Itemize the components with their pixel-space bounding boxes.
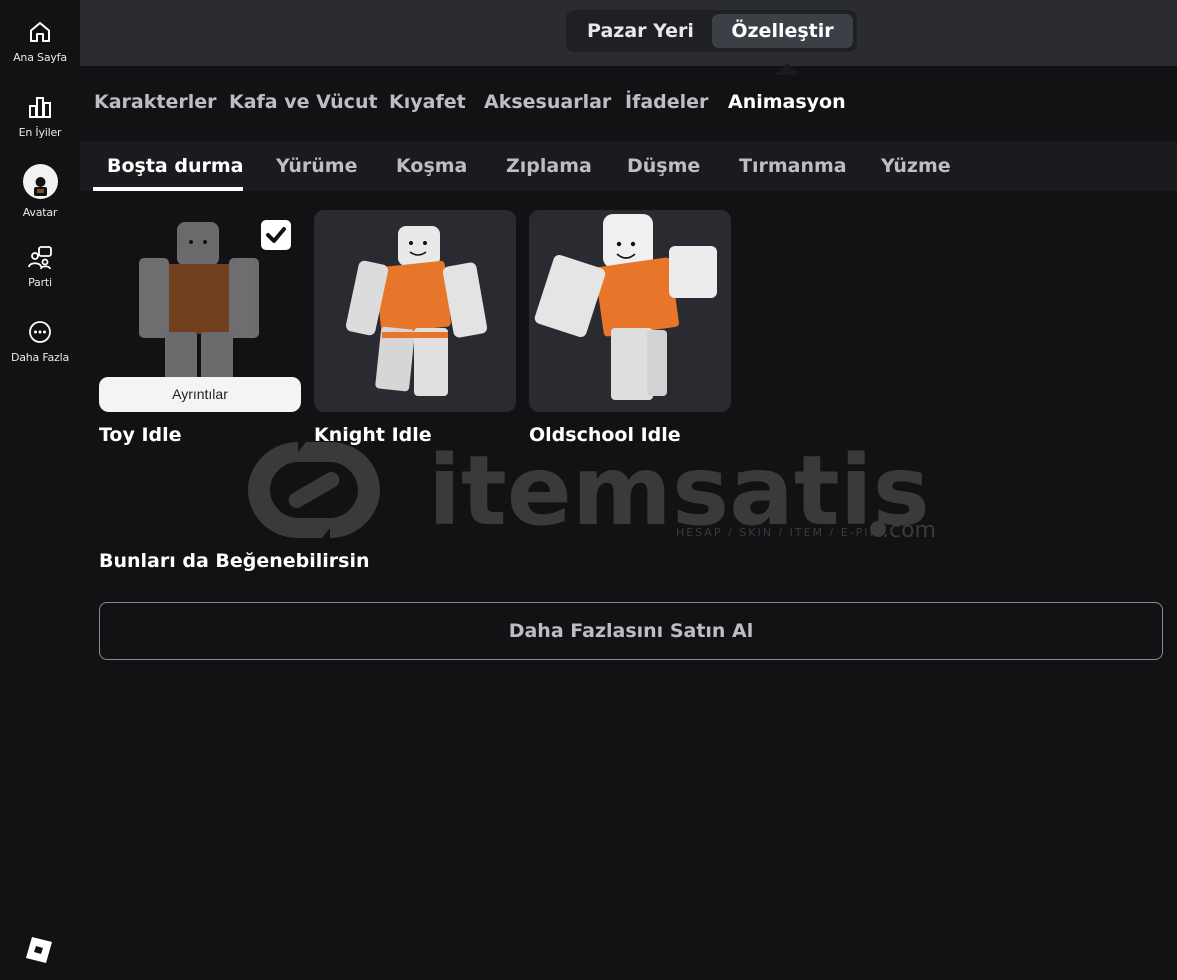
sidebar-item-home[interactable]: Ana Sayfa [0,18,80,64]
subtab-jump[interactable]: Zıplama [506,155,592,177]
subtab-idle[interactable]: Boşta durma [107,155,243,177]
category-tabs: Karakterler Kafa ve Vücut Kıyafet Aksesu… [80,66,1177,141]
details-button[interactable]: Ayrıntılar [99,377,301,412]
item-thumbnail: Ayrıntılar [99,210,301,412]
party-icon [28,246,52,270]
avatar-figure-icon [534,214,717,400]
sidebar-item-label: En İyiler [18,126,62,139]
itemsatis-watermark: itemsatis HESAP / SKIN / ITEM / E-PIN .c… [248,438,936,542]
tab-head-body[interactable]: Kafa ve Vücut [229,91,378,113]
tab-animation[interactable]: Animasyon [728,91,846,113]
tab-accessories[interactable]: Aksesuarlar [484,91,611,113]
tab-customize[interactable]: Özelleştir [712,14,853,48]
sidebar-item-charts[interactable]: En İyiler [0,93,80,139]
item-card-knight-idle[interactable]: Knight Idle [314,210,516,446]
subtab-walk[interactable]: Yürüme [276,155,357,177]
tab-marketplace[interactable]: Pazar Yeri [570,14,711,48]
subtab-run[interactable]: Koşma [396,155,467,177]
active-subtab-underline [93,187,243,191]
sidebar-item-party[interactable]: Parti [0,243,80,289]
home-icon [30,22,50,42]
sidebar-item-avatar[interactable]: Avatar [0,164,80,219]
watermark-tagline: HESAP / SKIN / ITEM / E-PIN [676,526,880,539]
sidebar-item-more[interactable]: Daha Fazla [0,318,80,364]
subtab-climb[interactable]: Tırmanma [739,155,847,177]
buy-more-button[interactable]: Daha Fazlasını Satın Al [99,602,1163,660]
item-card-toy-idle[interactable]: Ayrıntılar Toy Idle [99,210,301,446]
top-bar: Pazar Yeri Özelleştir [80,0,1177,66]
marketplace-customize-toggle: Pazar Yeri Özelleştir [566,10,857,52]
sidebar-item-label: Avatar [22,206,58,219]
item-thumbnail [529,210,731,412]
roblox-logo-icon[interactable] [26,937,52,963]
avatar-icon [22,164,58,199]
recommendations-title: Bunları da Beğenebilirsin [99,550,370,572]
sidebar: Ana Sayfa En İyiler Avatar Parti Daha Fa… [0,0,80,980]
chart-icon [29,97,51,118]
subtab-swim[interactable]: Yüzme [881,155,951,177]
animation-subtabs: Boşta durma Yürüme Koşma Zıplama Düşme T… [80,141,1177,191]
subtab-fall[interactable]: Düşme [627,155,700,177]
sidebar-item-label: Parti [28,276,52,289]
sidebar-item-label: Ana Sayfa [13,51,67,64]
checkmark-icon [266,227,286,243]
tab-clothing[interactable]: Kıyafet [389,91,466,113]
selected-checkbox[interactable] [261,220,291,250]
watermark-suffix: .com [882,518,936,542]
active-category-caret [775,63,799,75]
tab-characters[interactable]: Karakterler [94,91,216,113]
item-thumbnail [314,210,516,412]
more-icon [29,321,51,343]
tab-emotes[interactable]: İfadeler [625,91,708,113]
avatar-figure-icon [345,226,488,396]
item-card-oldschool-idle[interactable]: Oldschool Idle [529,210,731,446]
sidebar-item-label: Daha Fazla [10,351,70,364]
